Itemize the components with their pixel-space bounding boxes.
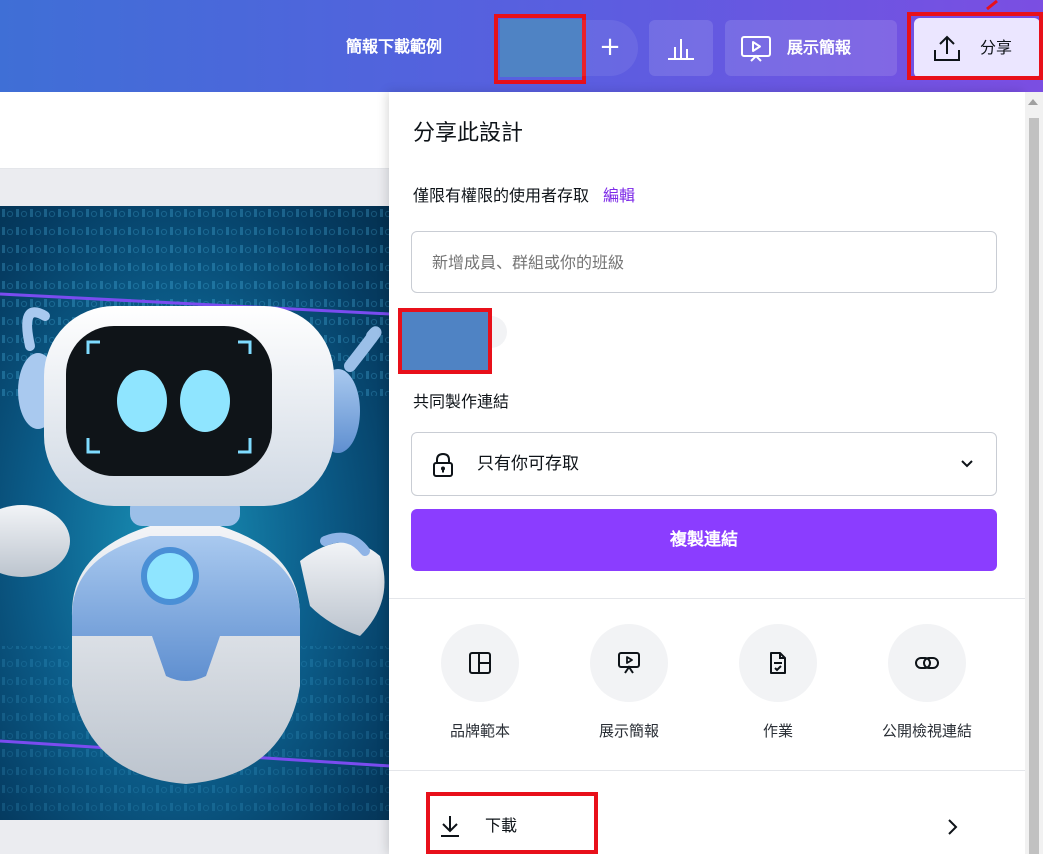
lock-icon xyxy=(433,453,453,477)
add-member-input[interactable] xyxy=(411,231,997,293)
option-public-view-link-button[interactable] xyxy=(888,624,966,702)
present-button[interactable]: 展示簡報 xyxy=(725,20,897,76)
download-icon xyxy=(441,816,459,837)
section-divider xyxy=(389,770,1025,771)
share-upload-icon xyxy=(934,35,960,61)
section-divider xyxy=(389,598,1025,599)
panel-scroll-thumb[interactable] xyxy=(1029,118,1039,854)
present-icon xyxy=(618,652,640,674)
edit-access-link[interactable]: 編輯 xyxy=(603,186,635,205)
redacted-avatar xyxy=(500,19,582,77)
option-present-label: 展示簡報 xyxy=(598,722,659,740)
link-access-select[interactable]: 只有你可存取 xyxy=(411,432,997,496)
option-brand-template-label: 品牌範本 xyxy=(449,722,510,740)
download-row[interactable]: 下載 xyxy=(389,788,1025,854)
annotation-arrow-mark xyxy=(986,0,998,10)
robot-illustration xyxy=(0,206,390,820)
link-icon xyxy=(915,657,939,669)
copy-link-button[interactable]: 複製連結 xyxy=(411,509,997,571)
bar-chart-icon xyxy=(668,39,694,60)
link-access-value: 只有你可存取 xyxy=(477,454,579,474)
redacted-member-avatar xyxy=(401,312,489,370)
access-info: 僅限有權限的使用者存取 編輯 xyxy=(413,182,635,210)
share-button[interactable]: 分享 xyxy=(914,18,1040,78)
download-label: 下載 xyxy=(485,816,518,835)
present-button-label: 展示簡報 xyxy=(787,38,852,57)
assignment-icon xyxy=(770,652,786,674)
option-assignment-button[interactable] xyxy=(739,624,817,702)
document-title[interactable]: 簡報下載範例 xyxy=(346,30,442,64)
scroll-up-arrow-icon[interactable] xyxy=(1028,99,1038,105)
editor-toolbar xyxy=(0,92,390,169)
slide-preview[interactable] xyxy=(0,206,390,820)
insights-button[interactable] xyxy=(649,20,713,76)
present-icon xyxy=(741,36,771,62)
brand-template-icon xyxy=(469,652,491,674)
collab-link-label: 共同製作連結 xyxy=(413,392,510,411)
option-assignment-label: 作業 xyxy=(762,722,793,740)
add-collaborator-button[interactable]: + xyxy=(582,20,638,76)
access-text: 僅限有權限的使用者存取 xyxy=(413,186,590,205)
share-panel-title: 分享此設計 xyxy=(413,121,524,146)
chevron-right-icon xyxy=(948,819,958,835)
chevron-down-icon xyxy=(961,460,973,468)
share-button-label: 分享 xyxy=(980,38,1013,57)
option-public-view-link-label: 公開檢視連結 xyxy=(881,722,972,740)
option-brand-template-button[interactable] xyxy=(441,624,519,702)
option-present-button[interactable] xyxy=(590,624,668,702)
